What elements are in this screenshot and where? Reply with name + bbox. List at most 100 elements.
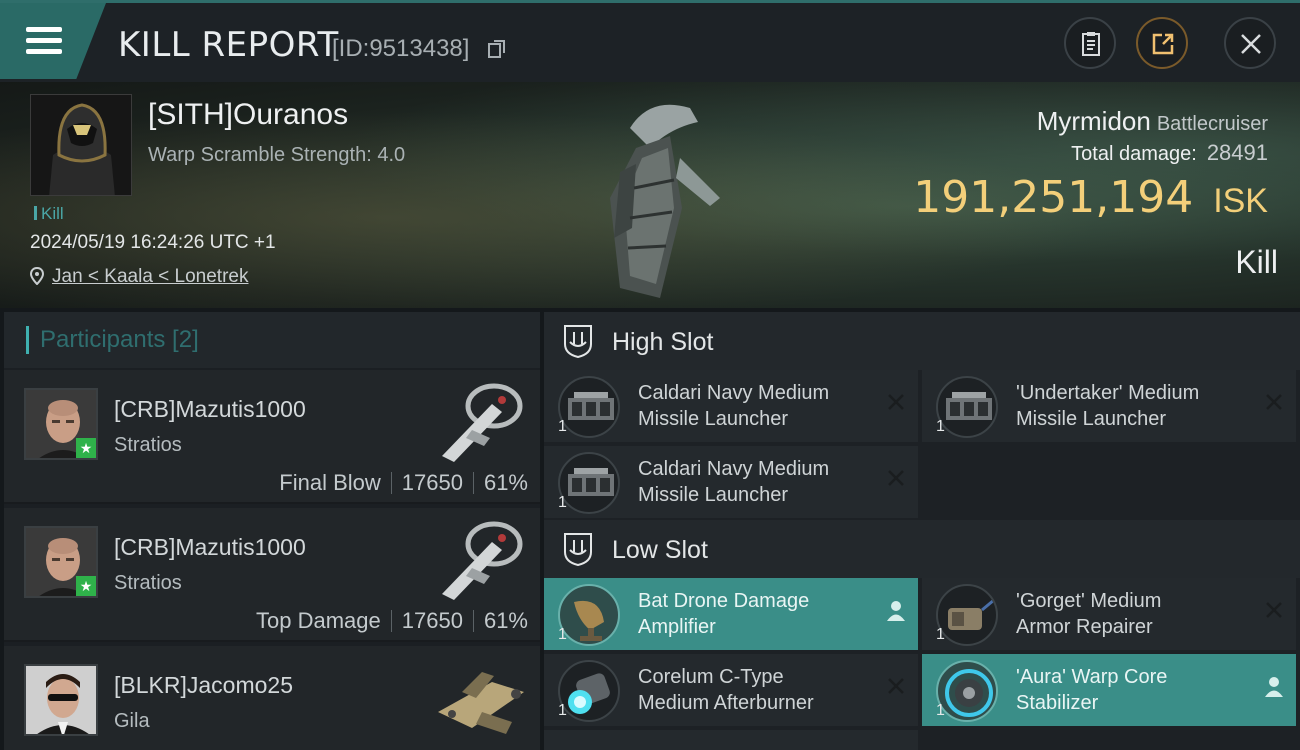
fitting-panel: High Slot 1 Caldari Navy Medium Missile L… [544, 312, 1300, 750]
module-item[interactable]: 1 Caldari Navy Medium Missile Launcher [544, 370, 918, 442]
low-slot-icon [564, 533, 592, 566]
warp-scramble-strength: Warp Scramble Strength: 4.0 [148, 144, 406, 166]
clipboard-button[interactable] [1064, 17, 1116, 69]
top-bar: KILL REPORT [ID:9513438] [0, 0, 1300, 82]
share-button[interactable] [1136, 17, 1188, 69]
module-name: 'Gorget' Medium Armor Repairer [1016, 588, 1256, 640]
participant-ship: Stratios [114, 434, 182, 456]
close-icon [1241, 34, 1261, 54]
module-item[interactable]: 1 'Aura' Warp Core Stabilizer [922, 654, 1296, 726]
participant-role: Top Damage [256, 608, 381, 633]
participant-damage: 17650 [401, 470, 463, 495]
victim-ship-class: Battlecruiser [1156, 113, 1268, 135]
participant-name[interactable]: [BLKR]Jacomo25 [114, 672, 293, 699]
module-name: 'Aura' Warp Core Stabilizer [1016, 664, 1256, 716]
module-name-line2: Amplifier [638, 616, 716, 638]
menu-icon-bar [26, 49, 62, 54]
module-name-line1: 'Aura' Warp Core [1016, 666, 1168, 688]
participant-stats: Top Damage 17650 61% [256, 608, 528, 634]
close-button[interactable] [1224, 17, 1276, 69]
participant-avatar[interactable]: ★ [24, 526, 98, 598]
module-name-line2: Missile Launcher [638, 408, 789, 430]
result-label: Kill [1235, 244, 1278, 280]
total-damage: Total damage: 28491 [1071, 140, 1268, 166]
location-pin-icon [30, 267, 44, 285]
dropped-person-icon [1265, 677, 1283, 697]
participant-ship-image [438, 672, 524, 734]
destroyed-x-icon [888, 470, 904, 486]
armor-repairer-icon [936, 584, 998, 646]
victim-ship[interactable]: Myrmidon Battlecruiser [1037, 106, 1268, 137]
destroyed-x-icon [1266, 394, 1282, 410]
victim-name[interactable]: [SITH]Ouranos [148, 98, 348, 132]
module-item[interactable]: 1 Bat Drone Damage Amplifier [544, 578, 918, 650]
high-slot-header: High Slot [544, 312, 1300, 370]
share-icon [1152, 33, 1174, 55]
participant-avatar[interactable]: ★ [24, 388, 98, 460]
participant-damage: 17650 [401, 608, 463, 633]
module-name-line1: 'Undertaker' Medium [1016, 382, 1200, 404]
participant-name[interactable]: [CRB]Mazutis1000 [114, 534, 306, 561]
location-link[interactable]: Jan < Kaala < Lonetrek [52, 266, 248, 287]
module-name-line2: Medium Afterburner [638, 692, 814, 714]
module-name: Bat Drone Damage Amplifier [638, 588, 878, 640]
high-slot-icon [564, 325, 592, 358]
module-name: Caldari Navy Medium Missile Launcher [638, 456, 878, 508]
module-quantity: 1 [558, 418, 567, 435]
total-damage-value: 28491 [1206, 140, 1268, 165]
menu-button[interactable] [0, 3, 106, 79]
isk-unit: ISK [1213, 182, 1268, 220]
page-title: KILL REPORT [118, 25, 339, 65]
participant-percent: 61% [483, 608, 528, 633]
isk-value: 191,251,194 ISK [913, 172, 1268, 223]
destroyed-x-icon [888, 394, 904, 410]
module-quantity: 1 [558, 702, 567, 719]
star-icon: ★ [76, 438, 96, 458]
participant-name[interactable]: [CRB]Mazutis1000 [114, 396, 306, 423]
total-damage-label: Total damage: [1071, 143, 1197, 165]
module-name-line1: Bat Drone Damage [638, 590, 810, 612]
participant-ship-image [442, 383, 523, 462]
module-name-line1: 'Gorget' Medium [1016, 590, 1162, 612]
participant-row[interactable]: [BLKR]Jacomo25 Gila [4, 646, 540, 750]
kill-location[interactable]: Jan < Kaala < Lonetrek [30, 266, 248, 288]
module-item[interactable]: 1 Corelum C-Type Medium Afterburner [544, 654, 918, 726]
module-name: Corelum C-Type Medium Afterburner [638, 664, 878, 716]
module-item-partial[interactable] [544, 730, 918, 750]
module-quantity: 1 [936, 418, 945, 435]
module-item[interactable]: 1 'Gorget' Medium Armor Repairer [922, 578, 1296, 650]
module-name-line2: Armor Repairer [1016, 616, 1153, 638]
participant-row[interactable]: ★ [CRB]Mazutis1000 Stratios Top Damage 17… [4, 508, 540, 642]
kill-datetime: 2024/05/19 16:24:26 UTC +1 [30, 232, 276, 253]
low-slot-label: Low Slot [612, 536, 708, 564]
participant-row[interactable]: ★ [CRB]Mazutis1000 Stratios Final Blow 17… [4, 370, 540, 504]
module-quantity: 1 [558, 494, 567, 511]
module-item[interactable]: 1 'Undertaker' Medium Missile Launcher [922, 370, 1296, 442]
high-slot-label: High Slot [612, 328, 714, 356]
participant-avatar[interactable] [24, 664, 98, 736]
victim-ship-image [610, 104, 720, 298]
module-name-line2: Missile Launcher [638, 484, 789, 506]
module-quantity: 1 [936, 626, 945, 643]
copy-icon[interactable] [488, 39, 506, 59]
participant-stats: Final Blow 17650 61% [279, 470, 528, 496]
module-name: Caldari Navy Medium Missile Launcher [638, 380, 878, 432]
report-id: [ID:9513438] [332, 35, 470, 62]
module-name: 'Undertaker' Medium Missile Launcher [1016, 380, 1256, 432]
victim-portrait[interactable] [30, 94, 132, 196]
module-name-line2: Missile Launcher [1016, 408, 1167, 430]
participant-ship: Gila [114, 710, 150, 732]
isk-amount: 191,251,194 [913, 172, 1194, 223]
participant-ship: Stratios [114, 572, 182, 594]
participant-role: Final Blow [279, 470, 381, 495]
participants-title: Participants [2] [40, 326, 199, 353]
afterburner-icon [558, 660, 620, 722]
menu-icon [26, 27, 62, 32]
participants-header: Participants [2] [4, 312, 540, 368]
warp-core-stabilizer-icon [936, 660, 998, 722]
module-name-line1: Corelum C-Type [638, 666, 784, 688]
module-item[interactable]: 1 Caldari Navy Medium Missile Launcher [544, 446, 918, 518]
destroyed-x-icon [1266, 602, 1282, 618]
dropped-person-icon [887, 601, 905, 621]
module-name-line2: Stabilizer [1016, 692, 1099, 714]
